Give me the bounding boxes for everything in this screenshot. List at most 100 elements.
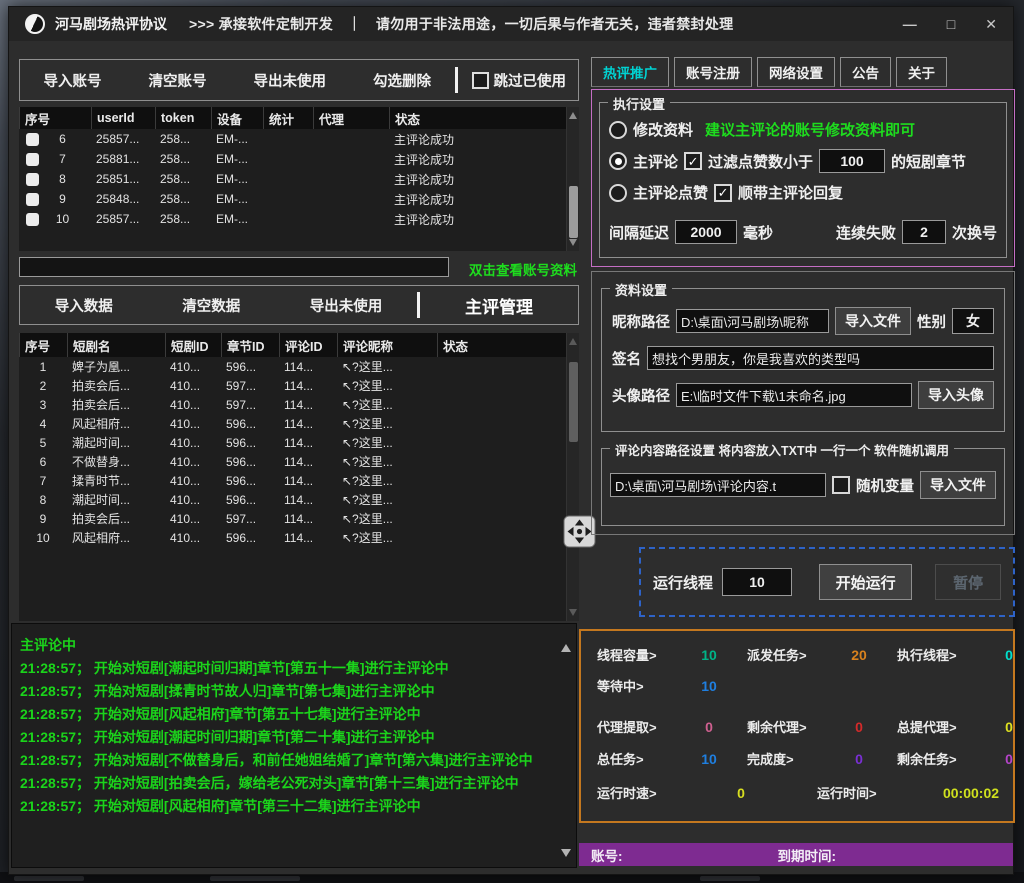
tab[interactable]: 关于 <box>896 57 947 87</box>
row-checkbox[interactable] <box>26 193 39 206</box>
table-row[interactable]: 1 婢子为凰... 410... 596... 114... ↖?这里... <box>19 357 566 376</box>
log-line: 21:28:57； 开始对短剧[拍卖会后，嫁给老公死对头]章节[第十三集]进行主… <box>20 772 550 795</box>
row-checkbox[interactable] <box>26 133 39 146</box>
tab[interactable]: 热评推广 <box>591 57 669 87</box>
account-toolbar-button[interactable]: 勾选删除 <box>373 70 431 91</box>
filter-likes-input[interactable] <box>819 149 885 173</box>
log-line: 21:28:57； 开始对短剧[风起相府]章节[第五十七集]进行主评论中 <box>20 703 550 726</box>
tab[interactable]: 网络设置 <box>757 57 835 87</box>
signature-input[interactable] <box>647 346 994 370</box>
random-variable-checkbox[interactable] <box>832 476 850 494</box>
table-row[interactable]: 2 拍卖会后... 410... 597... 114... ↖?这里... <box>19 376 566 395</box>
stat-item: 运行时间> 00:00:02 <box>817 783 1024 802</box>
table-row[interactable]: 9 25848... 258... EM-... 主评论成功 <box>19 189 566 209</box>
table-row[interactable]: 10 25857... 258... EM-... 主评论成功 <box>19 209 566 229</box>
table-row[interactable]: 7 揉青时节... 410... 596... 114... ↖?这里... <box>19 471 566 490</box>
desktop-fragment <box>14 876 84 881</box>
scroll-up-icon[interactable] <box>561 644 571 652</box>
import-avatar-button[interactable]: 导入头像 <box>918 381 994 409</box>
stat-item: 总提代理>0 <box>897 717 1024 736</box>
modify-profile-radio[interactable] <box>609 121 627 139</box>
account-table-body: 6 25857... 258... EM-... 主评论成功 7 25881..… <box>19 129 579 229</box>
exec-settings-title: 执行设置 <box>608 94 670 113</box>
import-nickname-file-button[interactable]: 导入文件 <box>835 307 911 335</box>
filter-likes-suffix: 的短剧章节 <box>891 151 966 172</box>
exec-settings-group: 执行设置 修改资料 建议主评论的账号修改资料即可 主评论 ✓ 过滤点赞数小于 的… <box>599 102 1007 258</box>
stats-row: 等待中>10 <box>597 676 1005 695</box>
account-toolbar-buttons: 导入账号 清空账号 导出未使用 勾选删除 <box>20 60 455 100</box>
row-checkbox[interactable] <box>26 153 39 166</box>
drama-table-header-cell: 序号 <box>19 333 67 357</box>
table-row[interactable]: 4 风起相府... 410... 596... 114... ↖?这里... <box>19 414 566 433</box>
reply-checkbox[interactable]: ✓ <box>714 184 732 202</box>
table-row[interactable]: 6 25857... 258... EM-... 主评论成功 <box>19 129 566 149</box>
main-comment-radio[interactable] <box>609 152 627 170</box>
comment-like-label: 主评论点赞 <box>633 182 708 203</box>
table-row[interactable]: 8 25851... 258... EM-... 主评论成功 <box>19 169 566 189</box>
skip-used-option[interactable]: 跳过已使用 <box>458 70 579 91</box>
import-comment-file-button[interactable]: 导入文件 <box>920 471 996 499</box>
scroll-down-icon[interactable] <box>561 849 571 857</box>
drama-toolbar-button[interactable]: 导入数据 <box>55 295 113 316</box>
interval-input[interactable] <box>675 220 737 244</box>
account-toolbar-button[interactable]: 清空账号 <box>149 70 207 91</box>
account-toolbar-button[interactable]: 导出未使用 <box>254 70 327 91</box>
gender-select[interactable]: 女 <box>952 308 994 334</box>
drama-toolbar-button[interactable]: 清空数据 <box>182 295 240 316</box>
comment-settings-title: 评论内容路径设置 将内容放入TXT中 一行一个 软件随机调用 <box>610 440 954 459</box>
maximize-button[interactable]: □ <box>947 17 955 31</box>
thread-count-input[interactable] <box>722 568 792 596</box>
scroll-down-icon[interactable] <box>569 239 577 246</box>
start-run-button[interactable]: 开始运行 <box>819 564 912 600</box>
window-title: 河马剧场热评协议 <box>55 14 167 34</box>
scroll-down-icon[interactable] <box>569 609 577 616</box>
minimize-button[interactable]: — <box>903 17 917 31</box>
drama-table-header-cell: 短剧ID <box>165 333 221 357</box>
gender-label: 性别 <box>917 311 946 332</box>
license-account-label: 账号: <box>591 845 623 865</box>
drama-toolbar-button[interactable]: 导出未使用 <box>310 295 383 316</box>
drama-toolbar: 导入数据清空数据导出未使用 主评管理 <box>19 285 579 325</box>
log-line: 主评论中 <box>20 634 550 657</box>
log-line: 21:28:57； 开始对短剧[潮起时间归期]章节[第五十一集]进行主评论中 <box>20 657 550 680</box>
tab[interactable]: 账号注册 <box>674 57 752 87</box>
table-row[interactable]: 6 不做替身... 410... 596... 114... ↖?这里... <box>19 452 566 471</box>
table-row[interactable]: 8 潮起时间... 410... 596... 114... ↖?这里... <box>19 490 566 509</box>
fail-count-input[interactable] <box>902 220 946 244</box>
avatar-path-input[interactable] <box>676 383 912 407</box>
desktop-fragment <box>700 876 760 881</box>
scroll-up-icon[interactable] <box>569 112 577 119</box>
comment-settings-group: 评论内容路径设置 将内容放入TXT中 一行一个 软件随机调用 随机变量 导入文件 <box>601 448 1005 526</box>
scrollbar-thumb[interactable] <box>569 362 578 443</box>
tab[interactable]: 公告 <box>840 57 891 87</box>
skip-used-checkbox[interactable] <box>472 72 489 89</box>
drama-table-header-cell: 短剧名 <box>67 333 165 357</box>
comment-like-radio[interactable] <box>609 184 627 202</box>
table-row[interactable]: 10 风起相府... 410... 596... 114... ↖?这里... <box>19 528 566 547</box>
table-row[interactable]: 5 潮起时间... 410... 596... 114... ↖?这里... <box>19 433 566 452</box>
account-table-scrollbar[interactable] <box>566 107 579 251</box>
account-table-header-cell: 统计 <box>263 107 313 129</box>
log-line: 21:28:57； 开始对短剧[不做替身后，和前任她姐结婚了]章节[第六集]进行… <box>20 749 550 772</box>
profile-settings-group: 资料设置 昵称路径 导入文件 性别 女 签名 头像路径 导入头像 <box>601 288 1005 432</box>
comment-content-path-input[interactable] <box>610 473 826 497</box>
nickname-path-input[interactable] <box>676 309 829 333</box>
close-button[interactable]: ✕ <box>985 17 997 31</box>
filter-likes-label: 过滤点赞数小于 <box>708 151 813 172</box>
avatar-path-label: 头像路径 <box>612 385 670 406</box>
scroll-up-icon[interactable] <box>569 338 577 345</box>
window-controls: — □ ✕ <box>903 17 997 31</box>
account-toolbar-button[interactable]: 导入账号 <box>44 70 102 91</box>
log-scrollbar[interactable] <box>559 628 573 863</box>
pause-button[interactable]: 暂停 <box>935 564 1001 600</box>
table-row[interactable]: 9 拍卖会后... 410... 597... 114... ↖?这里... <box>19 509 566 528</box>
filter-likes-checkbox[interactable]: ✓ <box>684 152 702 170</box>
table-row[interactable]: 3 拍卖会后... 410... 597... 114... ↖?这里... <box>19 395 566 414</box>
table-row[interactable]: 7 25881... 258... EM-... 主评论成功 <box>19 149 566 169</box>
app-window: 河马剧场热评协议 >>> 承接软件定制开发 ｜ 请勿用于非法用途，一切后果与作者… <box>8 6 1014 875</box>
row-checkbox[interactable] <box>26 173 39 186</box>
log-line: 21:28:57； 开始对短剧[潮起时间归期]章节[第二十集]进行主评论中 <box>20 726 550 749</box>
drama-table-scrollbar[interactable] <box>566 333 579 621</box>
row-checkbox[interactable] <box>26 213 39 226</box>
scrollbar-thumb[interactable] <box>569 186 578 238</box>
